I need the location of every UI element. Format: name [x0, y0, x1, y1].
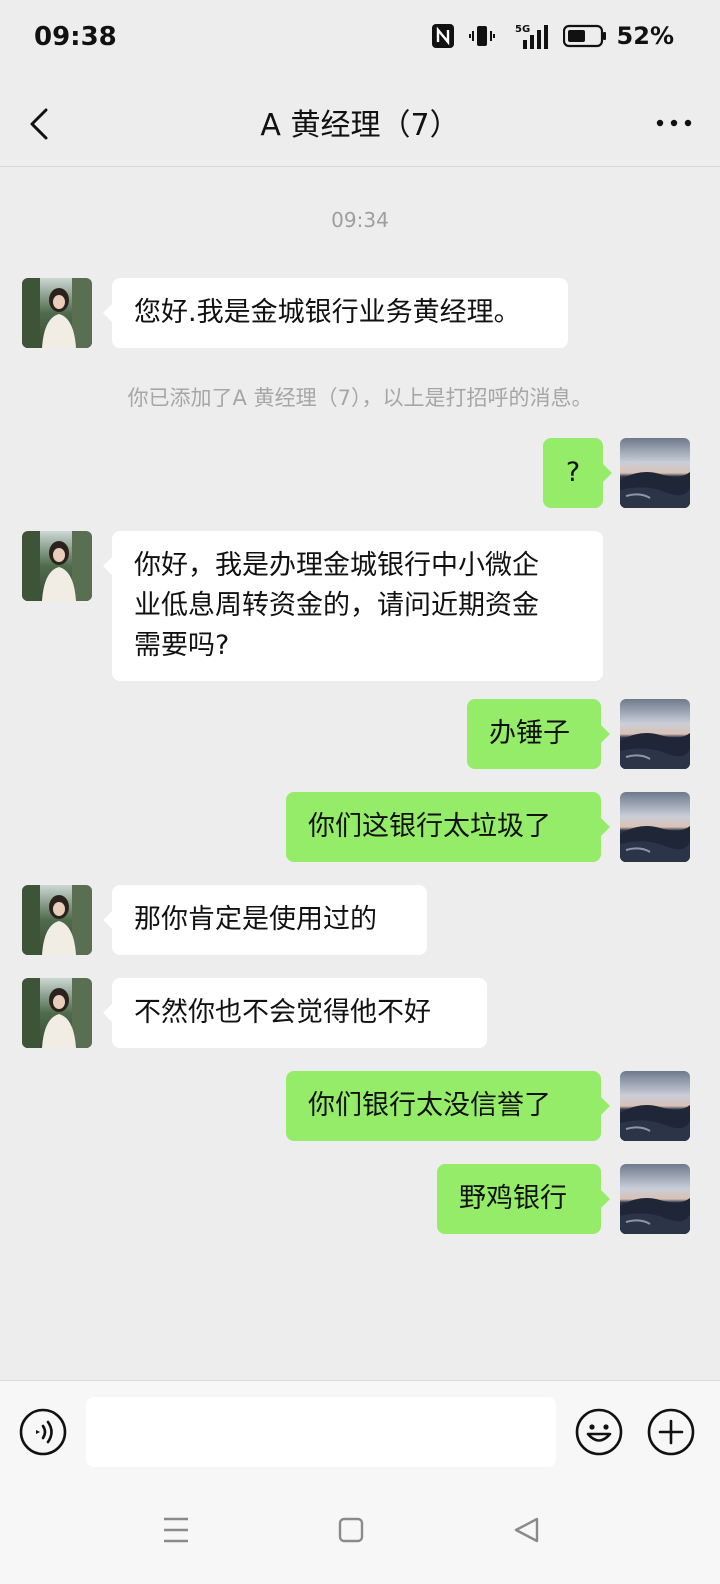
plus-button[interactable] — [646, 1407, 696, 1457]
message-line: 需要吗? — [134, 630, 230, 661]
battery-percent: 52% — [616, 22, 674, 50]
menu-icon — [164, 1517, 188, 1543]
message-bubble[interactable]: 您好.我是金城银行业务黄经理。 — [103, 278, 568, 348]
input-bar — [0, 1380, 720, 1485]
message-bubble[interactable]: 你们这银行太垃圾了 — [286, 792, 610, 862]
my-avatar[interactable] — [620, 1071, 690, 1141]
emoji-button[interactable] — [574, 1407, 624, 1457]
timestamp: 09:34 — [331, 208, 389, 232]
network-label: 5G — [515, 24, 530, 35]
message-bubble[interactable]: 那你肯定是使用过的 — [103, 885, 427, 955]
message-bubble[interactable]: 办锤子 — [467, 699, 610, 769]
system-note: 你已添加了A 黄经理（7），以上是打招呼的消息。 — [127, 386, 593, 410]
message-bubble[interactable]: 你好，我是办理金城银行中小微企 业低息周转资金的，请问近期资金 需要吗? — [103, 531, 603, 681]
chat-title: A 黄经理（7） — [260, 108, 460, 143]
chat-header: A 黄经理（7） — [0, 80, 720, 167]
status-icons: 5G 52% — [431, 22, 674, 50]
contact-avatar[interactable] — [22, 531, 92, 601]
status-time: 09:38 — [34, 22, 117, 52]
message-bubble[interactable]: 野鸡银行 — [437, 1164, 610, 1234]
message-bubble[interactable]: 你们银行太没信誉了 — [286, 1071, 610, 1141]
nfc-icon — [431, 23, 455, 49]
back-nav-button[interactable] — [506, 1510, 546, 1550]
status-bar: 09:38 5G 52% — [0, 0, 720, 80]
emoji-icon — [575, 1408, 623, 1456]
my-avatar[interactable] — [620, 1164, 690, 1234]
voice-icon — [19, 1408, 67, 1456]
message-line: 业低息周转资金的，请问近期资金 — [134, 590, 539, 621]
message-bubble[interactable]: 不然你也不会觉得他不好 — [103, 978, 487, 1048]
more-button[interactable] — [650, 106, 698, 140]
message-bubble[interactable]: ? — [543, 438, 612, 508]
vibrate-icon — [468, 23, 495, 49]
back-triangle-icon — [514, 1517, 539, 1543]
more-dots-icon — [656, 119, 692, 127]
system-nav-bar — [0, 1484, 720, 1584]
home-icon — [338, 1517, 364, 1543]
my-avatar[interactable] — [620, 792, 690, 862]
message-input[interactable] — [86, 1397, 556, 1467]
voice-button[interactable] — [18, 1407, 68, 1457]
contact-avatar[interactable] — [22, 978, 92, 1048]
plus-icon — [647, 1408, 695, 1456]
contact-avatar[interactable] — [22, 885, 92, 955]
message-line: 你好，我是办理金城银行中小微企 — [134, 550, 539, 581]
home-nav-button[interactable] — [331, 1510, 371, 1550]
signal-icon: 5G — [509, 22, 549, 50]
battery-icon — [562, 24, 607, 48]
my-avatar[interactable] — [620, 699, 690, 769]
contact-avatar[interactable] — [22, 278, 92, 348]
menu-nav-button[interactable] — [156, 1510, 196, 1550]
my-avatar[interactable] — [620, 438, 690, 508]
